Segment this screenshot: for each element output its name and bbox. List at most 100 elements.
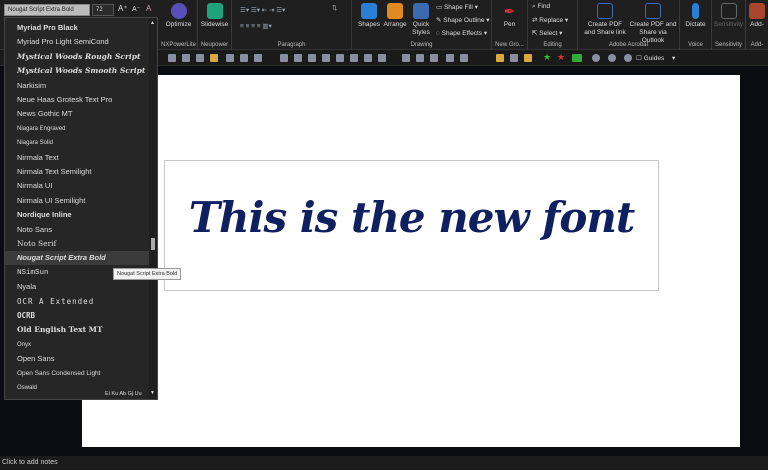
shape-fill-button[interactable]: ▭ Shape Fill ▾	[436, 3, 478, 11]
font-list-item[interactable]: Nirmala UI Semilight	[5, 194, 151, 208]
addins-button[interactable]: Add-	[746, 3, 768, 29]
font-list-item[interactable]: Nirmala Text	[5, 151, 151, 165]
font-list-item[interactable]: Nirmala Text Semilight	[5, 165, 151, 179]
tag-icon[interactable]	[572, 54, 582, 62]
group-label: Voice	[688, 42, 703, 48]
tool-icon[interactable]	[254, 54, 262, 62]
align-tool-icon[interactable]	[308, 54, 316, 62]
tool-icon[interactable]	[496, 54, 504, 62]
font-list-item[interactable]: Noto Serif	[5, 237, 151, 251]
align-tool-icon[interactable]	[322, 54, 330, 62]
font-name-input[interactable]: Nougat Script Extra Bold	[4, 4, 90, 16]
select-label: Select	[539, 30, 558, 37]
pen-button[interactable]: ✒ Pen	[492, 3, 527, 29]
toolbar-more-icon[interactable]: ▾	[672, 54, 675, 62]
text-direction-icon[interactable]: ⇅	[332, 4, 337, 12]
green-star-icon[interactable]: ★	[543, 52, 551, 63]
replace-button[interactable]: ⇄ Replace ▾	[532, 16, 568, 24]
group-addins: Add- Add-	[746, 0, 768, 50]
sensitivity-button[interactable]: Sensitivity	[712, 3, 745, 29]
shapes-icon	[361, 3, 377, 19]
list-icons[interactable]: ☰▾ ☰▾ ⇤ ⇥ ☰▾	[240, 6, 285, 14]
tool-icon[interactable]	[196, 54, 204, 62]
dictate-button[interactable]: Dictate	[680, 3, 711, 29]
guides-checkbox[interactable]: ☐ Guides	[636, 54, 664, 62]
font-list-item[interactable]: Nougat Script Extra Bold	[5, 251, 151, 266]
align-tool-icon[interactable]	[378, 54, 386, 62]
font-dropdown-list[interactable]: Myriad Pro Black Myriad Pro Light SemiCon…	[4, 17, 158, 400]
tool-icon[interactable]	[402, 54, 410, 62]
tool-icon[interactable]	[182, 54, 190, 62]
group-nxpowerlite: Optimize NXPowerLite	[160, 0, 198, 50]
group-label: NXPowerLite	[160, 42, 196, 48]
tool-icon[interactable]	[416, 54, 424, 62]
font-list-item[interactable]: Niagara Solid	[5, 136, 151, 150]
shape-effects-button[interactable]: ◌ Shape Effects ▾	[436, 29, 487, 37]
font-size-input[interactable]: 72	[92, 4, 114, 16]
tool-icon[interactable]	[226, 54, 234, 62]
font-list-item[interactable]: OCR A Extended	[5, 295, 151, 309]
align-tool-icon[interactable]	[280, 54, 288, 62]
font-list-item[interactable]: Open Sans	[5, 352, 151, 366]
slidewise-button[interactable]: Slidewise	[198, 3, 231, 29]
font-list-item[interactable]: Myriad Pro Black	[5, 21, 151, 35]
align-tool-icon[interactable]	[364, 54, 372, 62]
find-button[interactable]: ⌕ Find	[532, 3, 550, 11]
guides-label: Guides	[643, 55, 665, 62]
clear-format-icon[interactable]: A	[146, 4, 151, 13]
font-list-item[interactable]: Neue Haas Grotesk Text Pro	[5, 93, 151, 107]
font-list-item[interactable]: Myriad Pro Light SemiCond	[5, 35, 151, 49]
eyedropper-icon[interactable]	[510, 54, 518, 62]
tool-icon[interactable]	[210, 54, 218, 62]
select-button[interactable]: ⇱ Select ▾	[532, 29, 562, 37]
shapes-button[interactable]: Shapes	[356, 3, 382, 29]
align-icons[interactable]: ≡ ≡ ≡ ≡ ▥▾	[240, 22, 272, 30]
quick-styles-button[interactable]: Quick Styles	[408, 3, 434, 37]
font-list-item[interactable]: Nyala	[5, 280, 151, 294]
increase-font-icon[interactable]: A⁺	[118, 4, 128, 13]
shape-tool-icon[interactable]	[608, 54, 616, 62]
tool-icon[interactable]	[446, 54, 454, 62]
scroll-up-icon[interactable]: ▲	[150, 20, 155, 26]
font-list-item[interactable]: Narkisim	[5, 79, 151, 93]
font-list-item[interactable]: Old English Text MT	[5, 323, 151, 337]
group-paragraph: ☰▾ ☰▾ ⇤ ⇥ ☰▾ ≡ ≡ ≡ ≡ ▥▾ ⇅ Paragraph	[232, 0, 352, 50]
shapes-label: Shapes	[357, 21, 381, 28]
font-list-item[interactable]: Nordique Inline	[5, 208, 151, 222]
font-list-item[interactable]: Noto Sans	[5, 223, 151, 237]
optimize-icon	[170, 3, 187, 19]
align-tool-icon[interactable]	[350, 54, 358, 62]
align-tool-icon[interactable]	[336, 54, 344, 62]
font-tooltip: Nougat Script Extra Bold	[113, 268, 182, 280]
shape-tool-icon[interactable]	[592, 54, 600, 62]
font-list-item[interactable]: OCRB	[5, 309, 151, 323]
shape-outline-button[interactable]: ✎ Shape Outline ▾	[436, 16, 490, 24]
scroll-down-icon[interactable]: ▼	[150, 390, 155, 396]
red-star-icon[interactable]: ★	[557, 52, 565, 63]
tool-icon[interactable]	[430, 54, 438, 62]
slide-text[interactable]: This is the new font	[165, 193, 658, 242]
slide-text-box[interactable]: This is the new font	[164, 160, 659, 291]
tool-icon[interactable]	[168, 54, 176, 62]
font-list-item[interactable]: Nirmala UI	[5, 179, 151, 193]
scrollbar-thumb[interactable]	[151, 238, 155, 250]
notes-bar[interactable]: Click to add notes	[0, 456, 768, 470]
create-pdf-share-link-button[interactable]: Create PDF and Share link	[582, 3, 628, 37]
shape-tool-icon[interactable]	[624, 54, 632, 62]
create-pdf-outlook-button[interactable]: Create PDF and Share via Outlook	[628, 3, 678, 45]
tool-icon[interactable]	[240, 54, 248, 62]
tool-icon[interactable]	[460, 54, 468, 62]
font-list-item[interactable]: Open Sans Condensed Light	[5, 367, 151, 381]
font-list-item[interactable]: Mystical Woods Smooth Script	[5, 64, 151, 78]
font-list-item[interactable]: News Gothic MT	[5, 107, 151, 121]
align-tool-icon[interactable]	[294, 54, 302, 62]
optimize-button[interactable]: Optimize	[160, 3, 197, 29]
tool-icon[interactable]	[524, 54, 532, 62]
font-list-item[interactable]: Niagara Engraved	[5, 122, 151, 136]
slidewise-icon	[206, 3, 223, 19]
arrange-button[interactable]: Arrange	[382, 3, 408, 29]
font-list-item[interactable]: Mystical Woods Rough Script	[5, 50, 151, 64]
font-list-item[interactable]: Onyx	[5, 338, 151, 352]
dropdown-scrollbar[interactable]: ▲ ▼	[149, 18, 157, 399]
decrease-font-icon[interactable]: A⁻	[132, 5, 140, 13]
